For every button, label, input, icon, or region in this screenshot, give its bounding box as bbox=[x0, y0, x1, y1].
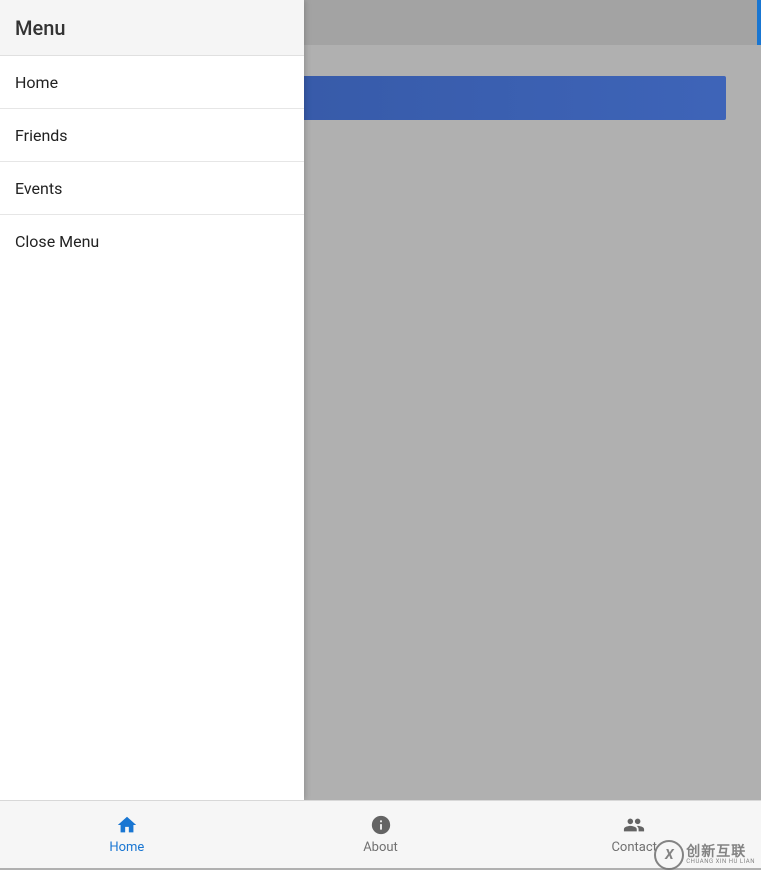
drawer-item-friends[interactable]: Friends bbox=[0, 109, 304, 162]
header-accent bbox=[757, 0, 761, 45]
side-drawer: Menu Home Friends Events Close Menu bbox=[0, 0, 304, 800]
tab-contact[interactable]: Contact bbox=[507, 801, 761, 868]
info-icon bbox=[370, 814, 392, 836]
drawer-item-events[interactable]: Events bbox=[0, 162, 304, 215]
people-icon bbox=[623, 814, 645, 836]
tab-label: About bbox=[363, 840, 398, 855]
tab-label: Home bbox=[109, 840, 144, 855]
tab-about[interactable]: About bbox=[254, 801, 508, 868]
drawer-item-label: Events bbox=[15, 179, 62, 198]
drawer-item-home[interactable]: Home bbox=[0, 56, 304, 109]
home-icon bbox=[116, 814, 138, 836]
drawer-header: Menu bbox=[0, 0, 304, 56]
drawer-item-label: Friends bbox=[15, 126, 68, 145]
drawer-list: Home Friends Events Close Menu bbox=[0, 56, 304, 268]
drawer-item-label: Home bbox=[15, 73, 58, 92]
tab-home[interactable]: Home bbox=[0, 801, 254, 868]
drawer-item-close-menu[interactable]: Close Menu bbox=[0, 215, 304, 268]
tab-label: Contact bbox=[611, 840, 656, 855]
bottom-tab-bar: Home About Contact bbox=[0, 800, 761, 868]
drawer-item-label: Close Menu bbox=[15, 232, 99, 251]
drawer-title: Menu bbox=[15, 16, 65, 40]
